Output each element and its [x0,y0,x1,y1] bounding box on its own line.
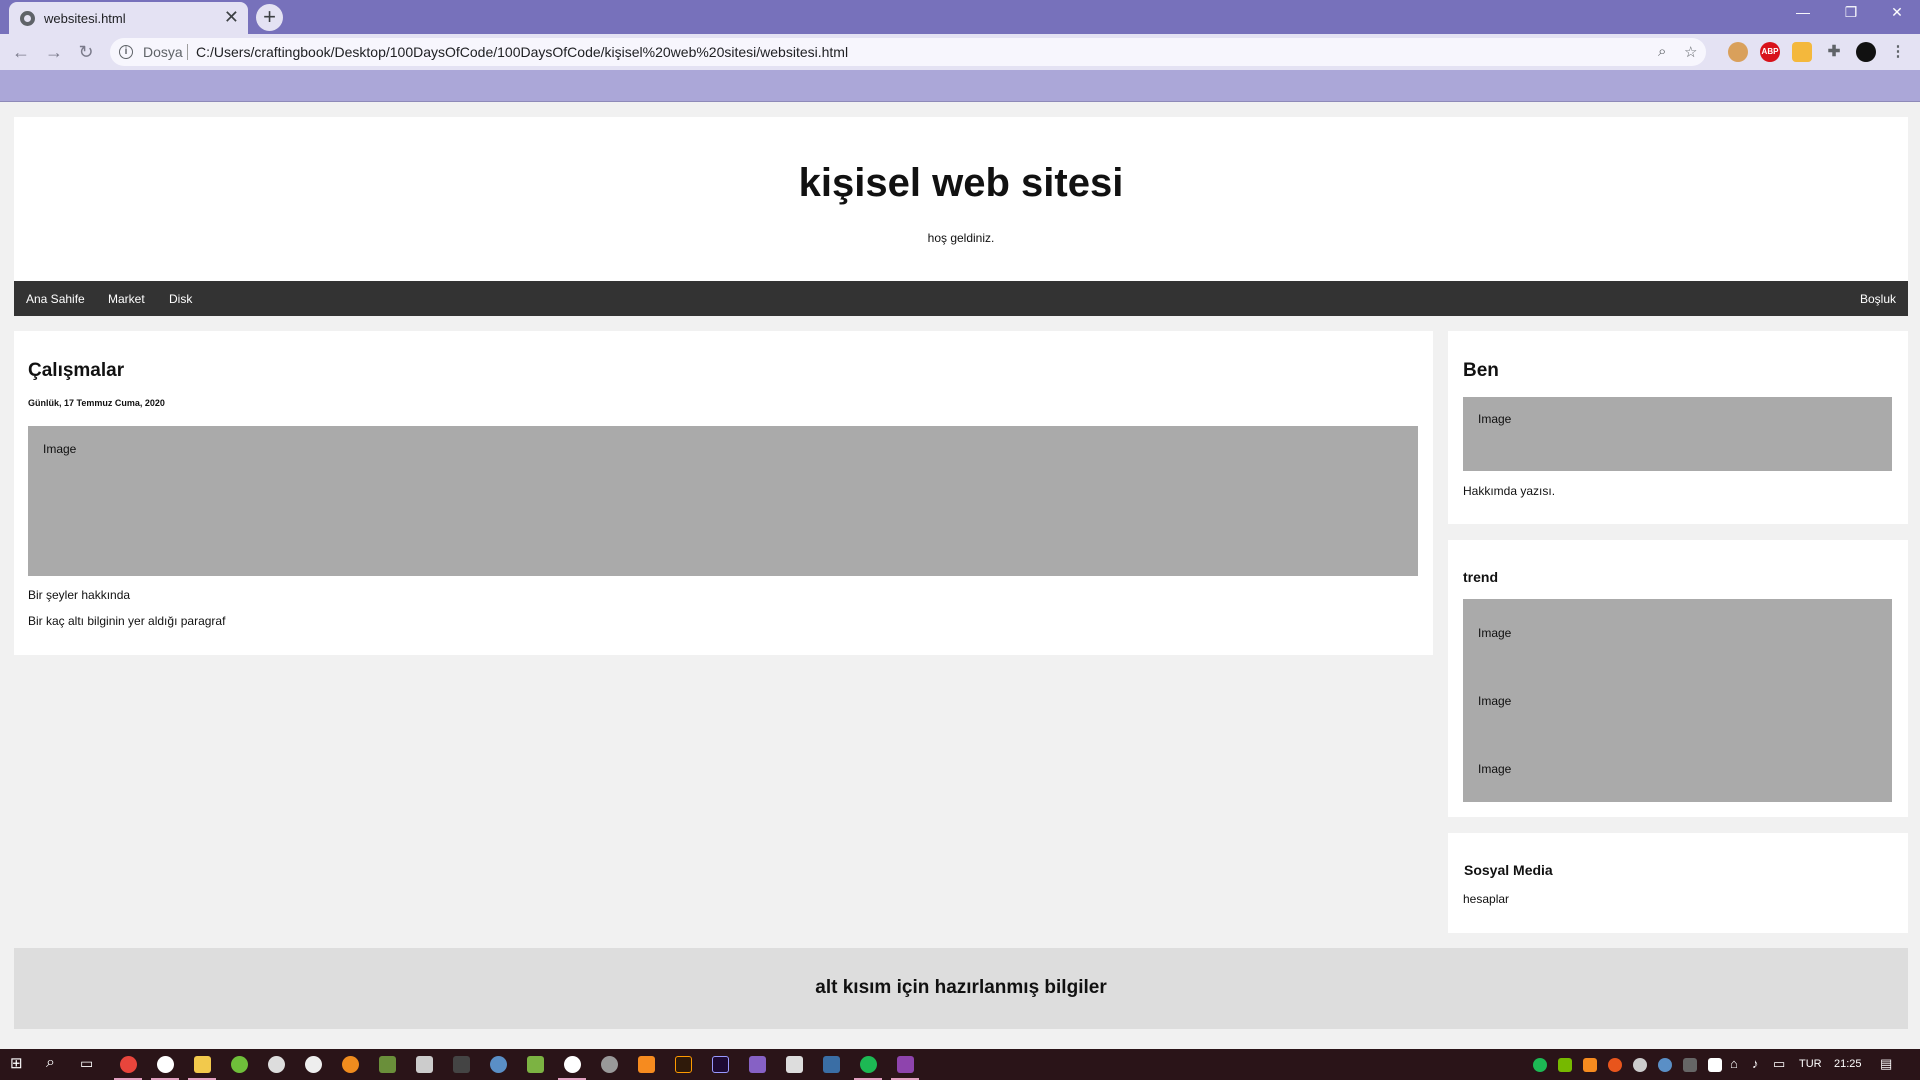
illustrator-icon[interactable] [675,1056,692,1073]
tray-icon[interactable] [1683,1058,1697,1072]
notification-icon[interactable]: ▤ [1880,1056,1892,1072]
clock[interactable]: 21:25 [1834,1058,1862,1070]
tab-title: websitesi.html [44,11,126,26]
site-subtitle: hoş geldiniz. [927,231,995,245]
epic-games-icon[interactable] [453,1056,470,1073]
extension-icon[interactable] [1792,42,1812,62]
post-paragraph: Bir kaç altı bilginin yer aldığı paragra… [28,614,226,628]
search-icon[interactable]: ⌕ [46,1054,55,1072]
steam-tray-icon[interactable] [1658,1058,1672,1072]
omnibox-separator [187,44,188,60]
avatar[interactable] [1856,42,1876,62]
scheme-label: Dosya [143,44,183,60]
footer-text: alt kısım için hazırlanmış bilgiler [815,977,1107,998]
windows-taskbar: ⊞ ⌕ ▭ ⌂ ♪ ▭ TUR 21:25 ▤ [0,1049,1920,1080]
app-icon[interactable] [786,1056,803,1073]
forward-icon[interactable]: → [43,41,65,63]
tray-icon[interactable] [1608,1058,1622,1072]
image-placeholder-label: Image [1478,412,1512,426]
globe-icon [20,11,35,26]
url-text[interactable]: C:/Users/craftingbook/Desktop/100DaysOfC… [196,44,848,60]
image-placeholder-label: Image [1478,762,1512,776]
site-header: kişisel web sitesi hoş geldiniz. [14,117,1908,281]
post-date: Günlük, 17 Temmuz Cuma, 2020 [28,398,165,408]
reload-icon[interactable]: ↻ [75,41,97,63]
premiere-icon[interactable] [712,1056,729,1073]
restore-button[interactable]: ❐ [1828,4,1874,21]
about-card: Ben Image Hakkımda yazısı. [1448,331,1908,524]
trend-card: trend Image Image Image [1448,540,1908,817]
windows-start-icon[interactable]: ⊞ [10,1056,26,1072]
bookmark-strip [0,70,1920,102]
post-image: Image [28,426,1418,576]
new-tab-button[interactable]: + [256,4,283,31]
task-view-icon[interactable]: ▭ [80,1055,93,1072]
post-title: Çalışmalar [28,360,125,381]
social-title: Sosyal Media [1464,862,1553,878]
tab-close-icon[interactable]: ✕ [224,7,239,27]
android-icon[interactable] [527,1056,544,1073]
spotify-tray-icon[interactable] [1533,1058,1547,1072]
app-icon[interactable] [268,1056,285,1073]
spotify-icon[interactable] [860,1056,877,1073]
adblock-icon[interactable]: ABP [1760,42,1780,62]
image-placeholder-label: Image [1478,694,1512,708]
zoom-icon[interactable]: ⌕ [1658,43,1666,60]
nav-link-disk[interactable]: Disk [169,292,192,306]
app-icon[interactable] [416,1056,433,1073]
site-footer: alt kısım için hazırlanmış bilgiler [14,948,1908,1029]
nav-link-bosluk[interactable]: Boşluk [1860,292,1896,306]
menu-icon[interactable]: ⋮ [1888,42,1908,62]
about-text: Hakkımda yazısı. [1463,484,1556,498]
tray-icon[interactable] [1633,1058,1647,1072]
about-title: Ben [1463,360,1499,381]
close-window-button[interactable]: ✕ [1874,4,1920,21]
app-icon[interactable] [379,1056,396,1073]
info-icon[interactable]: i [119,45,133,59]
app-icon[interactable] [231,1056,248,1073]
image-placeholder-label: Image [1478,626,1512,640]
back-icon[interactable]: ← [10,41,32,63]
browser-toolbar: ← → ↻ i Dosya C:/Users/craftingbook/Desk… [0,34,1920,70]
nav-link-market[interactable]: Market [108,292,145,306]
trend-title: trend [1463,569,1498,585]
blender-icon[interactable] [342,1056,359,1073]
nvidia-tray-icon[interactable] [1558,1058,1572,1072]
main-card: Çalışmalar Günlük, 17 Temmuz Cuma, 2020 … [14,331,1433,655]
trend-images: Image Image Image [1463,599,1892,802]
file-explorer-icon[interactable] [194,1056,211,1073]
post-paragraph: Bir şeyler hakkında [28,588,131,602]
extension-icon[interactable] [1728,42,1748,62]
yandex-icon[interactable] [157,1056,174,1073]
top-navigation: Ana Sahife Market Disk Boşluk [14,281,1908,316]
steam-icon[interactable] [490,1056,507,1073]
puzzle-icon[interactable]: ✚ [1824,42,1844,62]
social-text: hesaplar [1463,892,1510,906]
browser-tab[interactable]: websitesi.html ✕ [9,2,248,34]
address-bar[interactable]: i Dosya C:/Users/craftingbook/Desktop/10… [110,38,1706,66]
display-icon[interactable]: ▭ [1773,1056,1785,1072]
browser-tab-bar: websitesi.html ✕ + — ❐ ✕ [0,0,1920,34]
site-title: kişisel web sitesi [798,161,1124,205]
nav-link-ana-sahife[interactable]: Ana Sahife [26,292,85,306]
image-placeholder-label: Image [43,442,77,456]
social-card: Sosyal Media hesaplar [1448,833,1908,933]
visual-studio-icon[interactable] [749,1056,766,1073]
chrome-icon[interactable] [120,1056,137,1073]
sublime-icon[interactable] [638,1056,655,1073]
network-icon[interactable]: ⌂ [1730,1056,1738,1071]
tray-icon[interactable] [1708,1058,1722,1072]
app-icon[interactable] [601,1056,618,1073]
unreal-icon[interactable] [305,1056,322,1073]
app-icon[interactable] [823,1056,840,1073]
minimize-button[interactable]: — [1780,4,1826,20]
tray-icon[interactable] [1583,1058,1597,1072]
volume-icon[interactable]: ♪ [1752,1056,1759,1071]
obs-icon[interactable] [564,1056,581,1073]
about-image: Image [1463,397,1892,471]
star-icon[interactable]: ☆ [1684,43,1697,61]
app-icon[interactable] [897,1056,914,1073]
language-indicator[interactable]: TUR [1799,1058,1822,1070]
